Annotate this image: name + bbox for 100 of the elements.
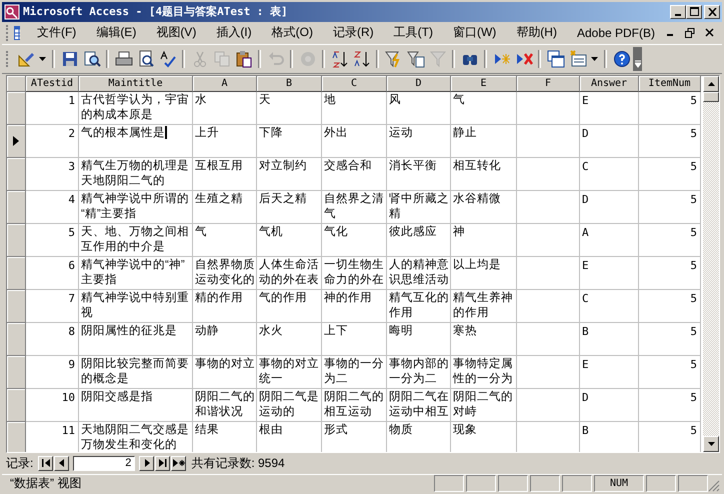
column-header[interactable]: ItemNum: [639, 76, 701, 92]
minimize-button[interactable]: [670, 4, 686, 19]
resize-grip-icon[interactable]: [708, 480, 720, 492]
select-all-button[interactable]: [7, 76, 26, 92]
table-cell: 5: [26, 224, 79, 257]
table-cell: 阴阳二气的和谐状况: [193, 388, 257, 422]
table-cell: [517, 290, 580, 323]
table-cell: 结果: [193, 422, 257, 452]
column-header[interactable]: A: [193, 76, 257, 92]
new-record-button[interactable]: [171, 456, 186, 471]
scroll-down-button[interactable]: [703, 436, 719, 452]
menu-item[interactable]: 格式(O): [262, 22, 322, 43]
table-cell: 古代哲学认为，宇宙的构成本原是: [79, 92, 193, 125]
column-header[interactable]: F: [517, 76, 580, 92]
text-cursor: [165, 126, 167, 140]
table-cell: 精气互化的作用: [387, 290, 451, 323]
table-cell: 阴阳二气是运动的: [257, 388, 322, 422]
table-cell: C: [580, 290, 639, 323]
table-cell: 外出: [322, 124, 387, 158]
menu-item[interactable]: Adobe PDF(B): [568, 22, 664, 43]
table-cell: 运动: [387, 124, 451, 158]
table-cell: 晦明: [387, 322, 451, 356]
close-button[interactable]: [704, 4, 720, 19]
table-cell: 事物特定属性的一分为: [451, 356, 517, 389]
scroll-thumb[interactable]: [703, 92, 719, 102]
window-title: Microsoft Access - [4题目与答案ATest : 表]: [23, 4, 288, 20]
next-record-button[interactable]: [139, 456, 154, 471]
table-cell: A: [580, 224, 639, 257]
table-cell: 阴阳属性的征兆是: [79, 322, 193, 356]
toolbar-options-button[interactable]: [633, 46, 642, 71]
column-header[interactable]: D: [387, 76, 451, 92]
table-cell: 形式: [322, 422, 387, 452]
maximize-button[interactable]: [686, 4, 702, 19]
menu-item[interactable]: 文件(F): [28, 22, 86, 43]
table-cell: 8: [26, 322, 79, 356]
table-cell: 事物的对立: [193, 356, 257, 389]
table-cell: 阴阳二气在运动中相互: [387, 388, 451, 422]
menu-item[interactable]: 插入(I): [207, 22, 261, 43]
minimize-icon: [675, 14, 681, 16]
table-cell: 互根互用: [193, 158, 257, 191]
table-cell: 天地阴阳二气交感是万物发生和变化的: [79, 422, 193, 452]
column-header[interactable]: Answer: [580, 76, 639, 92]
column-header[interactable]: B: [257, 76, 322, 92]
column-header[interactable]: Maintitle: [79, 76, 193, 92]
column-header[interactable]: C: [322, 76, 387, 92]
table-cell: E: [580, 356, 639, 389]
close-icon[interactable]: [705, 28, 714, 38]
table-cell: 自然界物质运动变化的: [193, 256, 257, 290]
record-selector[interactable]: [7, 124, 26, 158]
table-cell: [517, 190, 580, 224]
table-cell: 神的作用: [322, 290, 387, 323]
record-number-field[interactable]: 2: [73, 456, 136, 471]
table-cell: 交感合和: [322, 158, 387, 191]
table-cell: 风: [387, 92, 451, 125]
status-panel: [530, 475, 560, 492]
record-count: 共有记录数: 9594: [191, 454, 285, 472]
dropdown-arrow-icon: [634, 60, 640, 68]
previous-record-button[interactable]: [54, 456, 70, 471]
table-cell: [517, 388, 580, 422]
first-record-button[interactable]: [38, 456, 54, 471]
table-cell: 事物内部的一分为二: [387, 356, 451, 389]
restore-icon[interactable]: [685, 28, 695, 38]
table-cell: 气的作用: [257, 290, 322, 323]
table-cell: 10: [26, 388, 79, 422]
dropdown-arrow-icon[interactable]: [39, 56, 46, 61]
table-cell: 事物的对立统一: [257, 356, 322, 389]
menu-item[interactable]: 帮助(H): [507, 22, 566, 43]
column-header[interactable]: E: [451, 76, 517, 92]
table-cell: [517, 158, 580, 191]
table-cell: 5: [639, 356, 701, 389]
column-header[interactable]: ATestid: [26, 76, 79, 92]
table-cell: 阴阳比较完整而简要的概念是: [79, 356, 193, 389]
menu-item[interactable]: 工具(T): [384, 22, 442, 43]
table-cell: B: [580, 422, 639, 452]
table-cell: 5: [639, 422, 701, 452]
table-cell: 自然界之清气: [322, 190, 387, 224]
table-cell: 相互转化: [451, 158, 517, 191]
menu-item[interactable]: 视图(V): [147, 22, 206, 43]
menu-item[interactable]: 窗口(W): [444, 22, 506, 43]
status-panel: [498, 475, 528, 492]
up-arrow-icon: [708, 82, 714, 86]
scroll-up-button[interactable]: [703, 76, 719, 92]
table-cell: 气机: [257, 224, 322, 257]
table-cell: E: [580, 256, 639, 290]
status-text: “数据表” 视图: [10, 475, 82, 492]
table-cell: 地: [322, 92, 387, 125]
table-cell: 事物的一分为二: [322, 356, 387, 389]
menu-item[interactable]: 编辑(E): [87, 22, 146, 43]
left-triangle-icon: [58, 459, 66, 468]
dropdown-arrow-icon[interactable]: [591, 56, 598, 61]
table-cell: [517, 92, 580, 125]
table-cell: 精气生万物的机理是天地阴阳二气的: [79, 158, 193, 191]
menu-item[interactable]: 记录(R): [324, 22, 383, 43]
last-record-button[interactable]: [155, 456, 170, 471]
table-cell: 生殖之精: [193, 190, 257, 224]
current-record-icon: [13, 136, 19, 146]
table-cell: E: [580, 92, 639, 125]
table-cell: 肾中所藏之精: [387, 190, 451, 224]
table-cell: B: [580, 322, 639, 356]
table-cell: [517, 356, 580, 389]
